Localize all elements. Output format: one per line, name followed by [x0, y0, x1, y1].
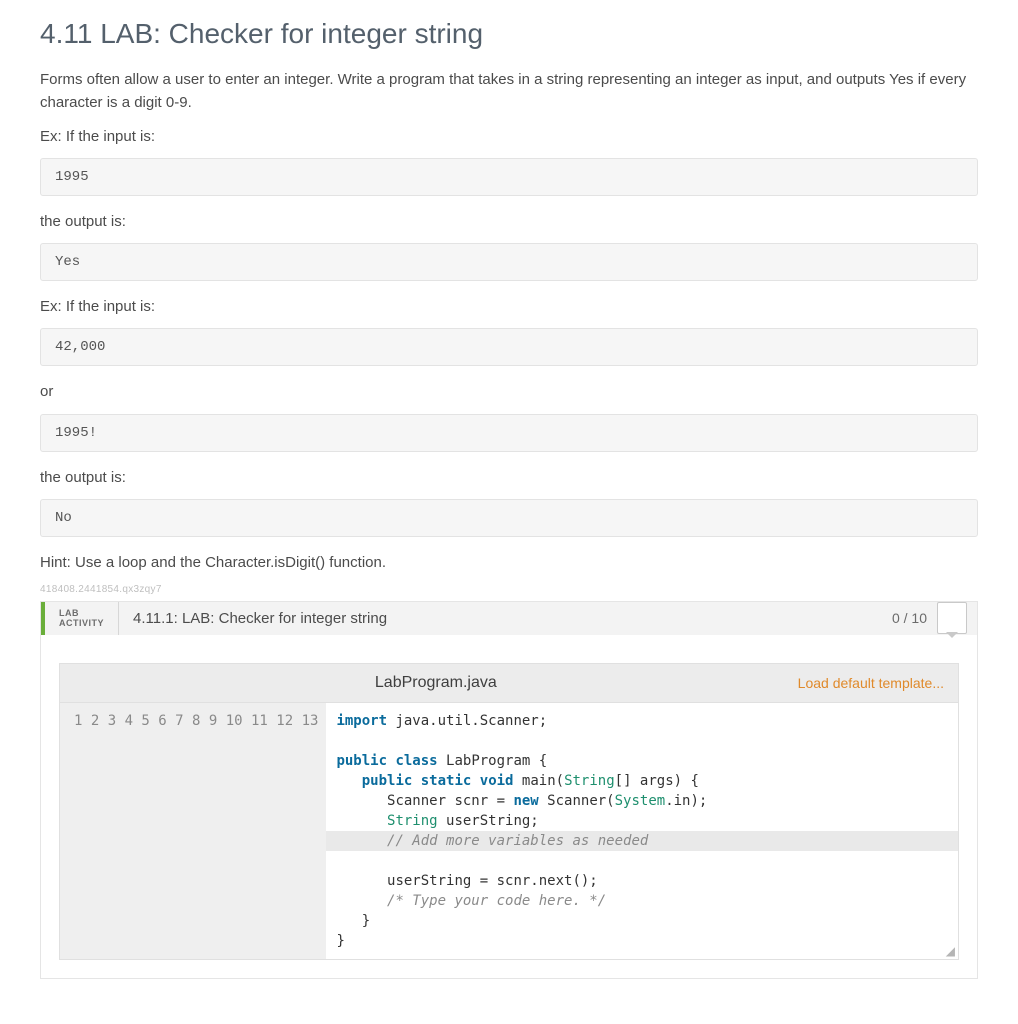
type-string: String	[387, 813, 438, 829]
lab-activity-title: 4.11.1: LAB: Checker for integer string	[119, 602, 882, 635]
example1-label: Ex: If the input is:	[40, 125, 978, 148]
code-text: Scanner(	[539, 793, 615, 809]
lab-score-text: 0 / 10	[892, 610, 927, 626]
lab-tag-line2: ACTIVITY	[59, 618, 104, 628]
kw-static: static	[421, 773, 472, 789]
code-text: Scanner scnr =	[336, 793, 513, 809]
example2-label: Ex: If the input is:	[40, 295, 978, 318]
type-system: System	[615, 793, 666, 809]
hint-text: Hint: Use a loop and the Character.isDig…	[40, 551, 978, 574]
example1-output: Yes	[40, 243, 978, 281]
example2-input-a: 42,000	[40, 328, 978, 366]
code-text: LabProgram {	[438, 753, 548, 769]
code-text: main(	[513, 773, 564, 789]
type-string: String	[564, 773, 615, 789]
code-text: }	[336, 913, 370, 929]
code-text: }	[336, 933, 344, 949]
code-text: .in);	[665, 793, 707, 809]
page-title: 4.11 LAB: Checker for integer string	[40, 18, 978, 50]
lab-score: 0 / 10	[882, 602, 977, 635]
kw-new: new	[513, 793, 538, 809]
example2-input-b: 1995!	[40, 414, 978, 452]
code-area[interactable]: import java.util.Scanner; public class L…	[326, 703, 958, 959]
code-editor[interactable]: 1 2 3 4 5 6 7 8 9 10 11 12 13 import jav…	[59, 702, 959, 960]
comment-line: // Add more variables as needed	[336, 833, 648, 849]
output-label-1: the output is:	[40, 210, 978, 233]
code-text: userString = scnr.next();	[336, 873, 597, 889]
load-default-template-link[interactable]: Load default template...	[798, 675, 944, 691]
kw-class: class	[395, 753, 437, 769]
or-label: or	[40, 380, 978, 403]
bookmark-icon[interactable]	[937, 602, 967, 634]
line-number-gutter: 1 2 3 4 5 6 7 8 9 10 11 12 13	[60, 703, 326, 959]
output-label-2: the output is:	[40, 466, 978, 489]
resource-id: 418408.2441854.qx3zqy7	[40, 584, 978, 595]
kw-public: public	[336, 753, 387, 769]
editor-filename: LabProgram.java	[74, 674, 798, 692]
example1-input: 1995	[40, 158, 978, 196]
example2-output: No	[40, 499, 978, 537]
comment-line: /* Type your code here. */	[336, 893, 606, 909]
editor-header: LabProgram.java Load default template...	[59, 663, 959, 702]
kw-public: public	[362, 773, 413, 789]
kw-import: import	[336, 713, 387, 729]
lab-activity-panel: LAB ACTIVITY 4.11.1: LAB: Checker for in…	[40, 601, 978, 979]
intro-text: Forms often allow a user to enter an int…	[40, 68, 978, 115]
code-text: java.util.Scanner;	[387, 713, 547, 729]
code-text: userString;	[438, 813, 539, 829]
lab-activity-tag: LAB ACTIVITY	[45, 602, 119, 635]
code-text: [] args) {	[615, 773, 699, 789]
lab-activity-header: LAB ACTIVITY 4.11.1: LAB: Checker for in…	[41, 602, 977, 635]
kw-void: void	[480, 773, 514, 789]
lab-tag-line1: LAB	[59, 608, 104, 618]
